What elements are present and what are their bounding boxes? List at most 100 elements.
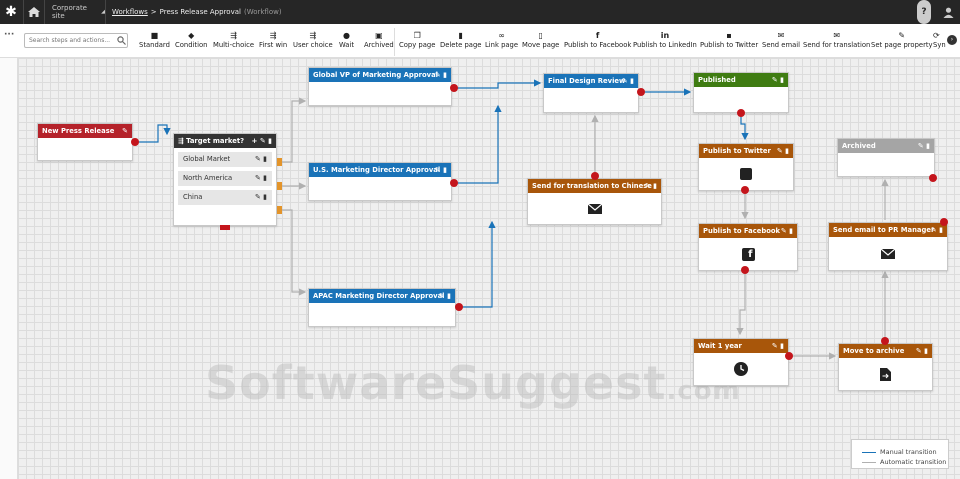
archived-step-button[interactable]: ▣ Archived bbox=[364, 30, 394, 54]
step-actions[interactable]: ✎ ▮ bbox=[435, 68, 447, 82]
else-source-point[interactable] bbox=[220, 225, 230, 230]
case-source-point[interactable] bbox=[277, 158, 282, 166]
button-label: Set page property bbox=[871, 41, 933, 49]
search-steps-input[interactable] bbox=[24, 33, 128, 48]
multi-choice-step-button[interactable]: ⇶ Multi-choice bbox=[213, 30, 254, 54]
step-title: Final Design Review bbox=[548, 77, 626, 85]
breadcrumb-current: Press Release Approval bbox=[159, 8, 241, 16]
case-actions[interactable]: ✎ ▮ bbox=[255, 190, 267, 205]
source-point[interactable] bbox=[940, 218, 948, 226]
step-apac-director-approval[interactable]: APAC Marketing Director Approval ✎ ▮ bbox=[308, 288, 456, 327]
kentico-logo-icon[interactable]: ✱ bbox=[0, 0, 22, 24]
case-global-market[interactable]: Global Market ✎ ▮ bbox=[178, 152, 272, 167]
first-win-icon: ⇶ bbox=[269, 31, 277, 40]
source-point[interactable] bbox=[741, 266, 749, 274]
step-move-to-archive[interactable]: Move to archive ✎ ▮ bbox=[838, 343, 933, 391]
sync-button[interactable]: ⟳ Syn bbox=[933, 30, 947, 54]
home-icon[interactable] bbox=[23, 0, 45, 24]
toolbar-scroll-right-icon[interactable]: › bbox=[947, 35, 957, 45]
button-label: Copy page bbox=[399, 41, 436, 49]
diamond-icon: ◆ bbox=[188, 31, 195, 40]
step-actions[interactable]: ✎ ▮ bbox=[622, 74, 634, 88]
condition-step-button[interactable]: ◆ Condition bbox=[175, 30, 207, 54]
copy-page-button[interactable]: ❐ Copy page bbox=[399, 30, 435, 54]
multi-choice-icon: ⇶ bbox=[178, 137, 187, 145]
user-icon[interactable] bbox=[941, 0, 955, 24]
workflow-canvas[interactable] bbox=[18, 58, 960, 479]
source-point[interactable] bbox=[131, 138, 139, 146]
envelope-icon bbox=[587, 203, 602, 214]
step-actions[interactable]: + ✎ ▮ bbox=[252, 134, 272, 148]
source-point[interactable] bbox=[785, 352, 793, 360]
step-send-email-to-pr-manager[interactable]: Send email to PR Manager ✎ ▮ bbox=[828, 222, 948, 271]
step-target-market-condition[interactable]: ⇶ Target market? + ✎ ▮ Global Market ✎ ▮ N… bbox=[173, 133, 277, 226]
step-title: Send for translation to Chinese bbox=[532, 182, 652, 190]
case-label: China bbox=[183, 193, 203, 201]
standard-step-button[interactable]: ■ Standard bbox=[139, 30, 170, 54]
case-actions[interactable]: ✎ ▮ bbox=[255, 171, 267, 186]
transition-legend: Manual transition Automatic transition bbox=[851, 439, 949, 469]
step-actions[interactable]: ✎ ▮ bbox=[772, 73, 784, 87]
source-point[interactable] bbox=[591, 172, 599, 180]
source-point[interactable] bbox=[741, 186, 749, 194]
help-icon[interactable]: ? bbox=[917, 0, 931, 24]
link-page-button[interactable]: ∞ Link page bbox=[485, 30, 518, 54]
send-email-button[interactable]: ✉ Send email bbox=[762, 30, 800, 54]
step-publish-to-twitter[interactable]: Publish to Twitter ✎ ▮ bbox=[698, 143, 794, 191]
breadcrumb-workflows-link[interactable]: Workflows bbox=[112, 8, 148, 16]
edit-icon[interactable]: ✎ bbox=[122, 124, 128, 138]
step-title: APAC Marketing Director Approval bbox=[313, 292, 445, 300]
wait-step-button[interactable]: ● Wait bbox=[339, 30, 354, 54]
first-win-step-button[interactable]: ⇶ First win bbox=[259, 30, 287, 54]
step-send-for-translation[interactable]: Send for translation to Chinese ✎ ▮ bbox=[527, 178, 662, 225]
twitter-icon: ▪ bbox=[726, 31, 732, 40]
publish-to-twitter-button[interactable]: ▪ Publish to Twitter bbox=[700, 30, 758, 54]
legend-manual: Manual transition bbox=[862, 448, 937, 456]
step-actions[interactable]: ✎ ▮ bbox=[645, 179, 657, 193]
source-point[interactable] bbox=[637, 88, 645, 96]
button-label: Publish to Twitter bbox=[700, 41, 759, 49]
step-actions[interactable]: ✎ ▮ bbox=[439, 289, 451, 303]
send-for-translation-button[interactable]: ✉ Send for translation bbox=[803, 30, 870, 54]
case-source-point[interactable] bbox=[277, 206, 282, 214]
step-global-vp-approval[interactable]: Global VP of Marketing Approval ✎ ▮ bbox=[308, 67, 452, 106]
step-us-director-approval[interactable]: U.S. Marketing Director Approval ✎ ▮ bbox=[308, 162, 452, 201]
case-north-america[interactable]: North America ✎ ▮ bbox=[178, 171, 272, 186]
step-actions[interactable]: ✎ ▮ bbox=[772, 339, 784, 353]
site-dropdown-icon: ◢ bbox=[101, 9, 105, 15]
step-actions[interactable]: ✎ ▮ bbox=[435, 163, 447, 177]
step-archived[interactable]: Archived ✎ ▮ bbox=[837, 138, 935, 177]
more-options-icon[interactable]: ··· bbox=[4, 30, 14, 40]
case-china[interactable]: China ✎ ▮ bbox=[178, 190, 272, 205]
case-source-point[interactable] bbox=[277, 182, 282, 190]
step-new-press-release[interactable]: New Press Release ✎ bbox=[37, 123, 133, 161]
breadcrumb-page-type: (Workflow) bbox=[243, 8, 282, 16]
step-actions[interactable]: ✎ ▮ bbox=[781, 224, 793, 238]
step-actions[interactable]: ✎ ▮ bbox=[916, 344, 928, 358]
source-point[interactable] bbox=[737, 109, 745, 117]
breadcrumb: Workflows > Press Release Approval (Work… bbox=[112, 0, 282, 24]
publish-to-facebook-button[interactable]: f Publish to Facebook bbox=[564, 30, 631, 54]
case-actions[interactable]: ✎ ▮ bbox=[255, 152, 267, 167]
source-point[interactable] bbox=[450, 179, 458, 187]
set-page-property-button[interactable]: ✎ Set page property bbox=[871, 30, 933, 54]
site-selector[interactable]: Corporate site ◢ bbox=[48, 0, 106, 24]
legend-automatic: Automatic transition bbox=[862, 458, 946, 466]
button-label: Archived bbox=[364, 41, 394, 49]
step-wait-1-year[interactable]: Wait 1 year ✎ ▮ bbox=[693, 338, 789, 386]
user-choice-step-button[interactable]: ⇶ User choice bbox=[293, 30, 333, 54]
source-point[interactable] bbox=[929, 174, 937, 182]
step-actions[interactable]: ✎ ▮ bbox=[918, 139, 930, 153]
step-published[interactable]: Published ✎ ▮ bbox=[693, 72, 789, 113]
search-icon[interactable] bbox=[117, 36, 126, 45]
step-actions[interactable]: ✎ ▮ bbox=[777, 144, 789, 158]
source-point[interactable] bbox=[450, 84, 458, 92]
source-point[interactable] bbox=[881, 337, 889, 345]
step-publish-to-facebook[interactable]: Publish to Facebook ✎ ▮ f bbox=[698, 223, 798, 271]
publish-to-linkedin-button[interactable]: in Publish to LinkedIn bbox=[633, 30, 697, 54]
move-page-button[interactable]: ▯ Move page bbox=[522, 30, 559, 54]
delete-page-button[interactable]: ▮ Delete page bbox=[440, 30, 481, 54]
case-label: Global Market bbox=[183, 155, 231, 163]
source-point[interactable] bbox=[455, 303, 463, 311]
step-final-design-review[interactable]: Final Design Review ✎ ▮ bbox=[543, 73, 639, 113]
